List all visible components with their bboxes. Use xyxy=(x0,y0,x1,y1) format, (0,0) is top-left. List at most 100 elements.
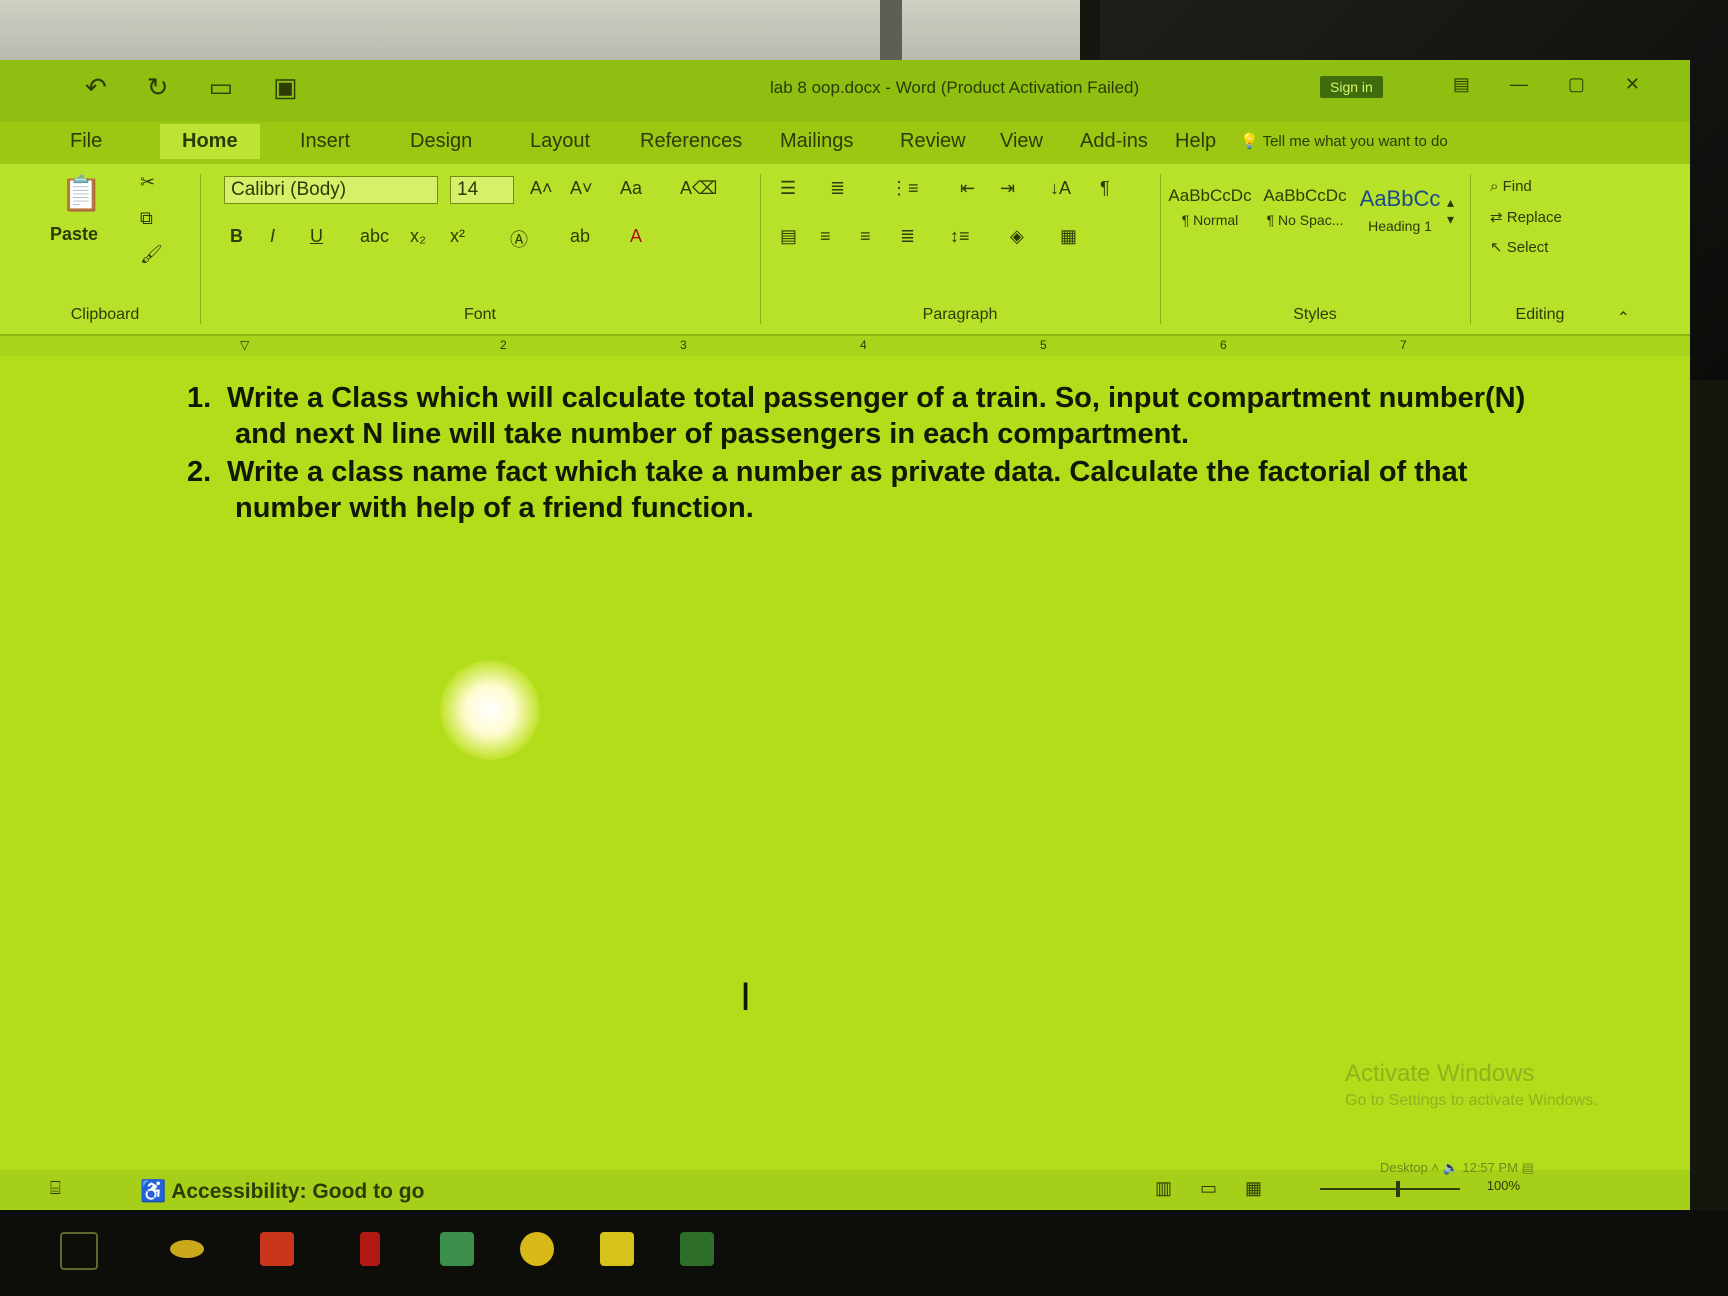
text-effects-icon[interactable]: Ⓐ xyxy=(510,226,528,252)
desktop-toolbar[interactable]: Desktop xyxy=(1380,1160,1428,1175)
notification-icon[interactable]: ▤ xyxy=(1522,1160,1534,1175)
title-bar: ↶ ↻ ▭ ▣ lab 8 oop.docx - Word (Product A… xyxy=(0,60,1690,122)
collapse-ribbon-icon[interactable]: ⌃ xyxy=(1617,308,1630,328)
tell-me-search[interactable]: 💡 Tell me what you want to do xyxy=(1240,132,1448,150)
cut-icon[interactable]: ✂ xyxy=(140,172,155,193)
divider xyxy=(200,174,201,324)
read-mode-icon[interactable]: ▥ xyxy=(1155,1178,1200,1198)
style-name: ¶ Normal xyxy=(1181,212,1239,228)
tab-help[interactable]: Help xyxy=(1175,130,1216,153)
redo-icon[interactable]: ↻ xyxy=(147,72,169,103)
volume-icon[interactable]: 🔈 xyxy=(1443,1160,1463,1175)
ruler-tick: 7 xyxy=(1400,338,1407,352)
ruler-tick: 6 xyxy=(1220,338,1227,352)
app-icon[interactable] xyxy=(170,1240,204,1258)
zoom-level[interactable]: 100% xyxy=(1487,1178,1520,1193)
ruler-indent-marker[interactable]: ▽ xyxy=(240,338,249,352)
tab-layout[interactable]: Layout xyxy=(530,130,590,153)
document-body[interactable]: 1. Write a Class which will calculate tot… xyxy=(187,380,1575,528)
zoom-slider-thumb[interactable] xyxy=(1396,1181,1400,1197)
italic-button[interactable]: I xyxy=(270,226,275,247)
task-view-icon[interactable] xyxy=(60,1232,98,1270)
styles-group: AaBbCcDc ¶ Normal AaBbCcDc ¶ No Spac... … xyxy=(1165,164,1465,334)
bold-button[interactable]: B xyxy=(230,226,243,247)
app-icon[interactable] xyxy=(440,1232,474,1266)
numbering-icon[interactable]: ≣ xyxy=(830,178,845,199)
font-size-select[interactable]: 14 xyxy=(450,176,514,204)
copy-icon[interactable]: ⧉ xyxy=(140,208,153,229)
change-case-button[interactable]: Aa xyxy=(620,178,642,199)
underline-button[interactable]: U xyxy=(310,226,323,247)
decrease-indent-icon[interactable]: ⇤ xyxy=(960,178,975,199)
tab-insert[interactable]: Insert xyxy=(300,130,350,153)
styles-group-label: Styles xyxy=(1293,306,1337,323)
style-name: Heading 1 xyxy=(1368,218,1432,234)
highlight-icon[interactable]: ab xyxy=(570,226,590,247)
shrink-font-icon[interactable]: A˅ xyxy=(570,178,593,199)
paragraph-group-label: Paragraph xyxy=(922,306,998,323)
projector-glare xyxy=(440,660,540,760)
style-normal[interactable]: AaBbCcDc ¶ Normal xyxy=(1165,186,1255,228)
ribbon-home: 📋 Paste ✂ ⧉ 🖌 Clipboard Calibri (Body) 1… xyxy=(0,164,1690,336)
replace-button[interactable]: ⇄ Replace xyxy=(1490,208,1562,226)
print-layout-icon[interactable]: ▭ xyxy=(1200,1178,1245,1198)
increase-indent-icon[interactable]: ⇥ xyxy=(1000,178,1015,199)
sign-in-button[interactable]: Sign in xyxy=(1320,76,1383,98)
line-spacing-icon[interactable]: ↕≡ xyxy=(950,226,970,247)
paste-icon[interactable]: 📋 xyxy=(60,174,102,214)
paste-button[interactable]: Paste xyxy=(50,224,98,245)
subscript-icon[interactable]: x₂ xyxy=(410,226,426,247)
tab-mailings[interactable]: Mailings xyxy=(780,130,853,153)
undo-icon[interactable]: ↶ xyxy=(85,72,107,103)
acrobat-icon[interactable] xyxy=(360,1232,380,1266)
access-app-icon[interactable] xyxy=(260,1232,294,1266)
borders-icon[interactable]: ▦ xyxy=(1060,226,1077,247)
font-color-icon[interactable]: A xyxy=(630,226,642,247)
file-explorer-icon[interactable] xyxy=(600,1232,634,1266)
multilevel-list-icon[interactable]: ⋮≡ xyxy=(890,178,919,199)
accessibility-status[interactable]: ♿ Accessibility: Good to go xyxy=(140,1180,424,1204)
align-right-icon[interactable]: ≡ xyxy=(860,226,871,247)
style-no-spacing[interactable]: AaBbCcDc ¶ No Spac... xyxy=(1260,186,1350,228)
chevron-up-icon[interactable]: ˄ xyxy=(1431,1160,1442,1175)
style-heading-1[interactable]: AaBbCc Heading 1 xyxy=(1355,186,1445,234)
font-family-select[interactable]: Calibri (Body) xyxy=(224,176,438,204)
ribbon-display-icon[interactable]: ▤ xyxy=(1453,74,1470,95)
strikethrough-icon[interactable]: abc xyxy=(360,226,389,247)
superscript-icon[interactable]: x² xyxy=(450,226,465,247)
tab-add-ins[interactable]: Add-ins xyxy=(1080,130,1148,153)
styles-scroll-icon[interactable]: ▴ ▾ xyxy=(1447,194,1454,228)
chrome-icon[interactable] xyxy=(520,1232,554,1266)
select-button[interactable]: ↖ Select xyxy=(1490,238,1548,256)
show-formatting-icon[interactable]: ¶ xyxy=(1100,178,1110,199)
ruler-tick: 2 xyxy=(500,338,507,352)
align-center-icon[interactable]: ≡ xyxy=(820,226,831,247)
justify-icon[interactable]: ≣ xyxy=(900,226,915,247)
clear-formatting-icon[interactable]: A⌫ xyxy=(680,178,717,199)
save-icon[interactable]: ▣ xyxy=(273,72,298,103)
tab-view[interactable]: View xyxy=(1000,130,1043,153)
align-left-icon[interactable]: ▤ xyxy=(780,226,797,247)
proofing-icon[interactable]: ⌸ xyxy=(50,1178,61,1199)
taskbar xyxy=(0,1210,1728,1296)
open-folder-icon[interactable]: ▭ xyxy=(209,72,234,103)
sort-icon[interactable]: ↓A xyxy=(1050,178,1071,199)
tab-home[interactable]: Home xyxy=(160,124,260,159)
close-icon[interactable]: ✕ xyxy=(1625,74,1640,95)
grow-font-icon[interactable]: A˄ xyxy=(530,178,553,199)
bullets-icon[interactable]: ☰ xyxy=(780,178,796,199)
minimize-icon[interactable]: — xyxy=(1510,74,1528,95)
tab-references[interactable]: References xyxy=(640,130,742,153)
clock[interactable]: 12:57 PM xyxy=(1462,1160,1518,1175)
tab-review[interactable]: Review xyxy=(900,130,966,153)
tab-file[interactable]: File xyxy=(70,130,102,153)
format-painter-icon[interactable]: 🖌 xyxy=(140,244,163,265)
word-taskbar-icon[interactable] xyxy=(680,1232,714,1266)
web-layout-icon[interactable]: ▦ xyxy=(1245,1178,1290,1198)
find-button[interactable]: ⌕ Find xyxy=(1490,178,1532,195)
zoom-slider[interactable] xyxy=(1320,1188,1460,1190)
tab-design[interactable]: Design xyxy=(410,130,472,153)
restore-icon[interactable]: ▢ xyxy=(1568,74,1585,95)
shading-icon[interactable]: ◈ xyxy=(1010,226,1024,247)
clipboard-group: 📋 Paste ✂ ⧉ 🖌 Clipboard xyxy=(20,164,190,334)
